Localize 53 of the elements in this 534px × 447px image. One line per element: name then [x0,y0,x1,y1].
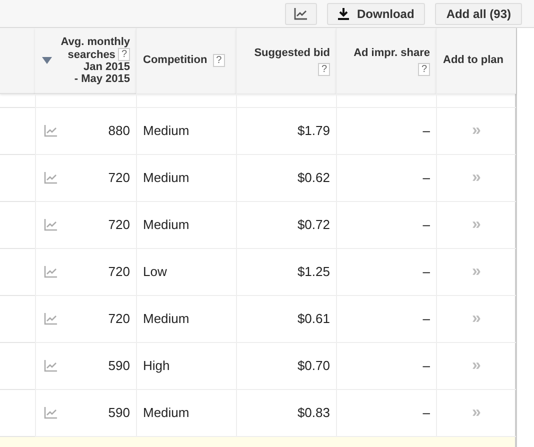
suggested-bid: $0.61 [297,310,330,328]
competition-level: Medium [143,310,190,328]
competition-level: Medium [143,169,190,188]
line-chart-icon[interactable] [44,407,57,419]
competition-level: High [143,357,170,376]
help-icon[interactable]: ? [418,63,430,76]
column-header[interactable]: Add to plan [443,52,504,69]
search-volume: 720 [108,310,130,328]
line-chart-icon[interactable] [44,172,57,184]
help-icon[interactable]: ? [118,48,130,61]
competition-level: Medium [143,216,190,234]
column-header[interactable]: Avg. monthly [60,36,130,48]
impression-share: – [422,169,430,188]
date-range: Jan 2015 [84,61,130,73]
suggested-bid: $0.72 [297,216,330,234]
column-header[interactable]: searches [68,48,116,60]
competition-level: Medium [143,122,190,140]
column-header[interactable]: Competition [143,52,208,69]
line-chart-icon[interactable] [44,360,57,372]
line-chart-icon[interactable] [44,313,57,325]
chart-button[interactable] [284,2,317,24]
impression-share: – [422,404,430,422]
search-volume: 720 [108,169,130,188]
competition-level: Low [143,263,167,282]
sort-arrow-icon[interactable] [42,57,52,64]
search-volume: 590 [108,404,130,422]
impression-share: – [422,357,430,376]
line-chart-icon[interactable] [44,219,57,231]
search-volume: 590 [108,357,130,376]
impression-share: – [422,310,430,328]
download-icon [338,8,349,20]
add-all-button[interactable]: Add all (93) [435,2,522,24]
line-chart-icon [294,8,308,20]
impression-share: – [422,122,430,140]
line-chart-icon[interactable] [44,125,57,137]
suggested-bid: $0.83 [297,404,330,422]
help-icon[interactable]: ? [213,54,225,67]
impression-share: – [422,263,430,282]
column-header[interactable]: Suggested bid [254,44,330,62]
help-icon[interactable]: ? [318,63,330,76]
date-range: - May 2015 [74,73,130,85]
suggested-bid: $1.25 [297,263,330,282]
competition-level: Medium [143,404,190,422]
search-volume: 720 [108,216,130,234]
suggested-bid: $0.70 [297,357,330,376]
line-chart-icon[interactable] [44,266,57,278]
suggested-bid: $1.79 [297,122,330,140]
suggested-bid: $0.62 [297,169,330,188]
column-header[interactable]: Ad impr. share [354,44,430,62]
download-button[interactable]: Download [326,2,426,24]
impression-share: – [422,216,430,234]
search-volume: 720 [108,263,130,282]
search-volume: 880 [108,122,130,140]
